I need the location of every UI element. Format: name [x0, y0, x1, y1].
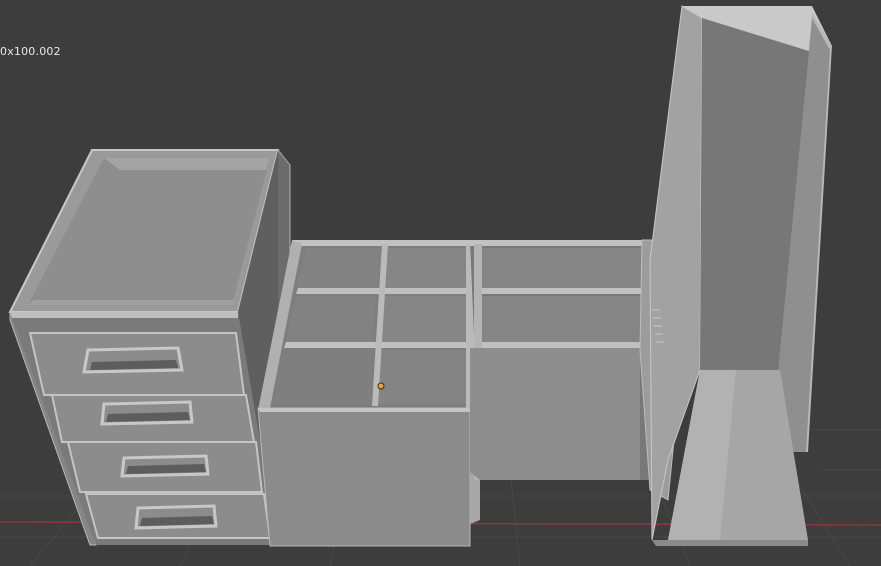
viewport-scene[interactable]	[0, 0, 881, 566]
shelf-unit[interactable]	[470, 239, 681, 501]
drawer-2[interactable]	[50, 394, 256, 443]
object-origin-marker[interactable]	[377, 382, 385, 390]
drawer-3[interactable]	[66, 441, 264, 493]
cubby-shelf[interactable]	[257, 240, 480, 547]
drawer-4[interactable]	[84, 493, 272, 539]
viewport-dimension-readout: 0x100.002	[0, 45, 61, 58]
drawer-cabinet[interactable]	[8, 148, 291, 546]
3d-viewport[interactable]: 0x100.002	[0, 0, 881, 566]
tall-wardrobe-panel[interactable]	[649, 5, 832, 546]
drawer-1[interactable]	[28, 332, 246, 396]
